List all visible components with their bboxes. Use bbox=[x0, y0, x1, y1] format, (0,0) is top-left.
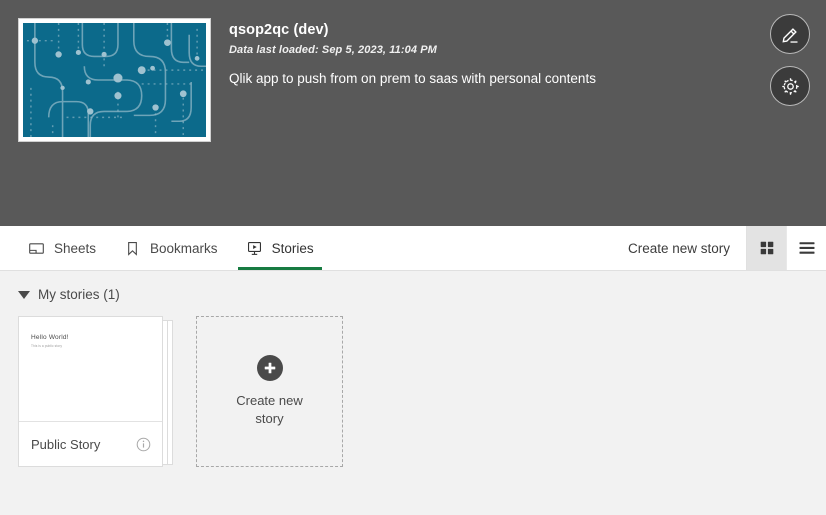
app-overview-page: qsop2qc (dev) Data last loaded: Sep 5, 2… bbox=[0, 0, 826, 515]
chevron-down-icon bbox=[18, 290, 30, 299]
header-actions bbox=[770, 14, 810, 106]
story-thumbnail-subtitle: This is a public story bbox=[31, 344, 63, 348]
app-meta: qsop2qc (dev) Data last loaded: Sep 5, 2… bbox=[229, 20, 716, 88]
create-new-story-link[interactable]: Create new story bbox=[612, 241, 746, 256]
app-header: qsop2qc (dev) Data last loaded: Sep 5, 2… bbox=[0, 0, 826, 226]
tab-underline bbox=[237, 267, 322, 270]
gear-icon bbox=[781, 77, 799, 95]
pencil-icon bbox=[781, 27, 797, 43]
tabbar-actions: Create new story bbox=[612, 226, 826, 270]
app-tabbar: Sheets Bookmarks Stories Create new stor… bbox=[0, 226, 826, 271]
app-thumbnail bbox=[18, 18, 211, 142]
story-thumbnail-title: Hello World! bbox=[31, 334, 69, 341]
list-view-button[interactable] bbox=[787, 226, 826, 270]
data-last-loaded: Data last loaded: Sep 5, 2023, 11:04 PM bbox=[229, 44, 437, 56]
view-toggle-group bbox=[746, 226, 826, 270]
app-description: Qlik app to push from on prem to saas wi… bbox=[229, 71, 596, 86]
story-title: Public Story bbox=[31, 436, 101, 452]
plus-icon bbox=[264, 362, 275, 374]
stories-content: My stories (1) Hello World! This is a pu… bbox=[0, 271, 826, 515]
create-new-story-tile[interactable]: Create new story bbox=[196, 316, 343, 467]
grid-view-icon bbox=[760, 241, 773, 255]
story-card-footer: Public Story bbox=[19, 422, 162, 466]
bookmark-icon bbox=[128, 241, 137, 256]
tab-stories[interactable]: Stories bbox=[232, 226, 328, 270]
tab-stories-label: Stories bbox=[271, 240, 314, 256]
create-new-story-tile-label: Create new story bbox=[236, 393, 303, 426]
circuit-pattern-icon bbox=[26, 23, 206, 137]
story-info-button[interactable] bbox=[135, 436, 152, 453]
app-thumbnail-image bbox=[23, 23, 206, 137]
story-card[interactable]: Hello World! This is a public story Publ… bbox=[18, 316, 163, 467]
my-stories-title: My stories (1) bbox=[38, 287, 120, 302]
tab-sheets-label: Sheets bbox=[54, 240, 97, 256]
list-view-icon bbox=[799, 242, 814, 254]
plus-button bbox=[256, 355, 283, 381]
stories-grid: Hello World! This is a public story Publ… bbox=[18, 316, 808, 469]
sheets-icon bbox=[29, 242, 44, 254]
app-title: qsop2qc (dev) bbox=[229, 22, 329, 38]
story-thumbnail: Hello World! This is a public story bbox=[19, 317, 162, 422]
tab-bookmarks[interactable]: Bookmarks bbox=[110, 226, 232, 270]
tab-bookmarks-label: Bookmarks bbox=[150, 240, 218, 256]
stories-icon bbox=[247, 241, 261, 255]
info-icon bbox=[136, 437, 151, 451]
story-card-container: Hello World! This is a public story Publ… bbox=[18, 316, 178, 469]
edit-app-button[interactable] bbox=[770, 14, 810, 54]
app-settings-button[interactable] bbox=[770, 66, 810, 106]
grid-view-button[interactable] bbox=[747, 226, 787, 270]
tab-list: Sheets Bookmarks Stories bbox=[0, 226, 328, 270]
tab-sheets[interactable]: Sheets bbox=[14, 226, 110, 270]
my-stories-section-header[interactable]: My stories (1) bbox=[18, 271, 178, 316]
